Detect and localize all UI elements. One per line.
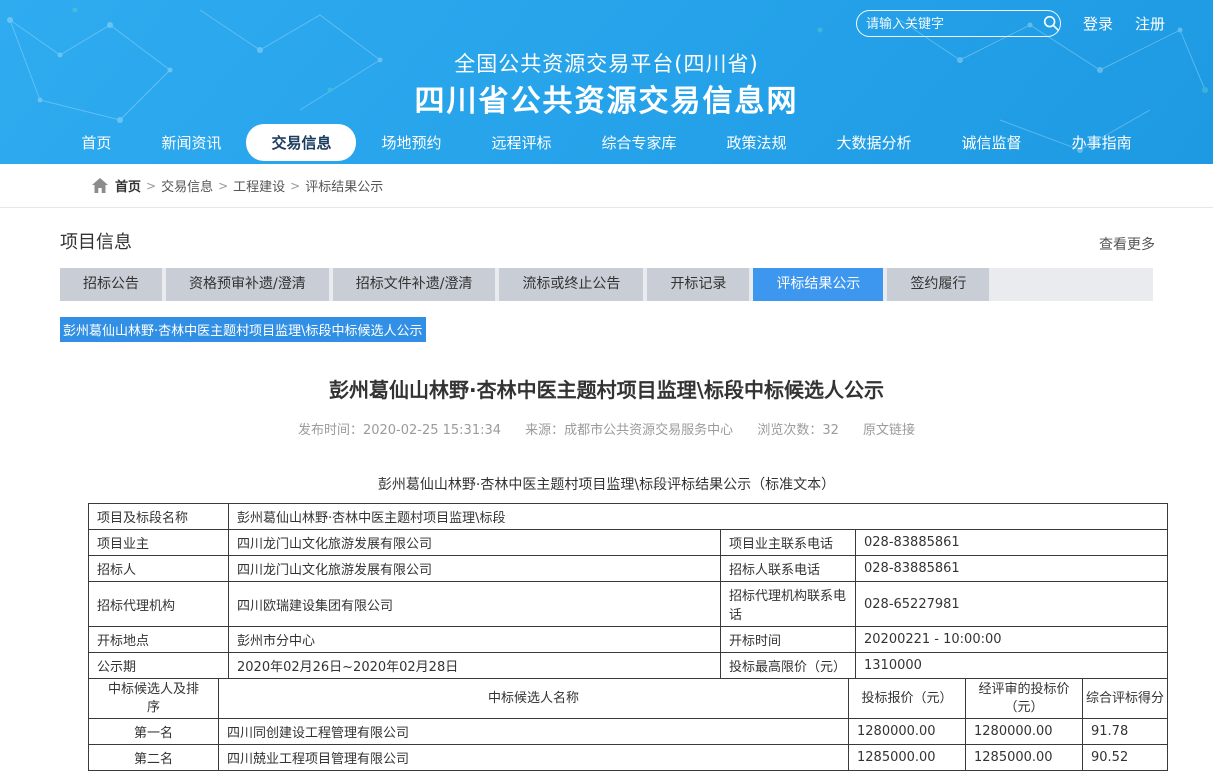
- label-cell: 招标代理机构联系电话: [721, 582, 856, 627]
- table-row: 招标人 四川龙门山文化旅游发展有限公司 招标人联系电话 028-83885861: [89, 556, 1168, 582]
- value-cell: 四川龙门山文化旅游发展有限公司: [229, 530, 721, 556]
- view-more-link[interactable]: 查看更多: [1099, 234, 1155, 254]
- label-cell: 招标人联系电话: [721, 556, 856, 582]
- selected-result-link[interactable]: 彭州葛仙山林野·杏林中医主题村项目监理\标段中标候选人公示: [60, 317, 426, 342]
- home-icon[interactable]: [92, 178, 108, 193]
- table-row: 公示期 2020年02月26日~2020年02月28日 投标最高限价（元） 13…: [89, 653, 1168, 679]
- nav-item-big-data[interactable]: 大数据分析: [812, 124, 937, 161]
- nav-item-expert-pool[interactable]: 综合专家库: [577, 124, 702, 161]
- candidate-reviewed-bid: 1280000.00: [966, 719, 1083, 745]
- publish-time: 发布时间：2020-02-25 15:31:34: [298, 423, 501, 438]
- value-cell: 028-83885861: [856, 530, 1168, 556]
- candidate-name: 四川同创建设工程管理有限公司: [219, 719, 849, 745]
- label-cell: 项目业主联系电话: [721, 530, 856, 556]
- nav-item-remote-evaluation[interactable]: 远程评标: [466, 124, 576, 161]
- label-cell: 开标地点: [89, 627, 229, 653]
- candidate-rank: 第一名: [89, 719, 219, 745]
- label-cell: 开标时间: [721, 627, 856, 653]
- project-tabs: 招标公告 资格预审补遗/澄清 招标文件补遗/澄清 流标或终止公告 开标记录 评标…: [60, 268, 1153, 301]
- candidate-name: 四川兢业工程项目管理有限公司: [219, 745, 849, 771]
- candidate-reviewed-bid: 1285000.00: [966, 745, 1083, 771]
- tab-failed-or-terminated[interactable]: 流标或终止公告: [499, 268, 643, 301]
- value-cell: 1310000: [856, 653, 1168, 679]
- header-score: 综合评标得分: [1083, 679, 1168, 719]
- nav-item-trade-info[interactable]: 交易信息: [246, 124, 356, 161]
- value-cell: 028-65227981: [856, 582, 1168, 627]
- project-info-table: 项目及标段名称 彭州葛仙山林野·杏林中医主题村项目监理\标段 项目业主 四川龙门…: [88, 503, 1168, 679]
- breadcrumb-construction[interactable]: 工程建设: [233, 176, 285, 195]
- main-nav: 首页 新闻资讯 交易信息 场地预约 远程评标 综合专家库 政策法规 大数据分析 …: [0, 124, 1213, 161]
- label-cell: 项目业主: [89, 530, 229, 556]
- label-cell: 项目及标段名称: [89, 504, 229, 530]
- tab-bid-opening-record[interactable]: 开标记录: [647, 268, 749, 301]
- source: 来源：成都市公共资源交易服务中心: [525, 423, 733, 438]
- value-cell: 四川龙门山文化旅游发展有限公司: [229, 556, 721, 582]
- table-row: 项目业主 四川龙门山文化旅游发展有限公司 项目业主联系电话 028-838858…: [89, 530, 1168, 556]
- breadcrumb-separator: >: [146, 179, 156, 193]
- register-link[interactable]: 注册: [1135, 13, 1165, 34]
- page: 登录 注册 全国公共资源交易平台(四川省) 四川省公共资源交易信息网 首页 新闻…: [0, 0, 1213, 771]
- table-row: 开标地点 彭州市分中心 开标时间 20200221 - 10:00:00: [89, 627, 1168, 653]
- original-link[interactable]: 原文链接: [863, 423, 915, 438]
- value-cell: 彭州市分中心: [229, 627, 721, 653]
- header-topbar: 登录 注册: [856, 8, 1165, 38]
- candidate-row: 第一名 四川同创建设工程管理有限公司 1280000.00 1280000.00…: [89, 719, 1168, 745]
- site-subtitle: 全国公共资源交易平台(四川省): [0, 48, 1213, 78]
- breadcrumb: 首页 > 交易信息 > 工程建设 > 评标结果公示: [0, 164, 1213, 208]
- value-cell: 四川欧瑞建设集团有限公司: [229, 582, 721, 627]
- breadcrumb-home[interactable]: 首页: [115, 176, 141, 195]
- candidate-rank: 第二名: [89, 745, 219, 771]
- site-title: 四川省公共资源交易信息网: [0, 76, 1213, 120]
- nav-item-guide[interactable]: 办事指南: [1047, 124, 1157, 161]
- candidate-bid: 1280000.00: [849, 719, 966, 745]
- tab-bid-announcement[interactable]: 招标公告: [60, 268, 162, 301]
- value-cell: 2020年02月26日~2020年02月28日: [229, 653, 721, 679]
- header-rank: 中标候选人及排序: [89, 679, 219, 719]
- candidates-header-row: 中标候选人及排序 中标候选人名称 投标报价（元） 经评审的投标价（元） 综合评标…: [89, 679, 1168, 719]
- search-input[interactable]: [866, 16, 1042, 31]
- nav-item-integrity[interactable]: 诚信监督: [937, 124, 1047, 161]
- breadcrumb-separator: >: [218, 179, 228, 193]
- site-header: 登录 注册 全国公共资源交易平台(四川省) 四川省公共资源交易信息网 首页 新闻…: [0, 0, 1213, 164]
- section-head: 项目信息 查看更多: [0, 208, 1213, 266]
- candidate-row: 第二名 四川兢业工程项目管理有限公司 1285000.00 1285000.00…: [89, 745, 1168, 771]
- result-table-title: 彭州葛仙山林野·杏林中医主题村项目监理\标段评标结果公示（标准文本）: [0, 474, 1213, 494]
- header-bid-price: 投标报价（元）: [849, 679, 966, 719]
- article-title: 彭州葛仙山林野·杏林中医主题村项目监理\标段中标候选人公示: [0, 374, 1213, 403]
- nav-item-news[interactable]: 新闻资讯: [136, 124, 246, 161]
- header-reviewed-price: 经评审的投标价（元）: [966, 679, 1083, 719]
- search-icon[interactable]: [1042, 14, 1060, 32]
- table-row: 项目及标段名称 彭州葛仙山林野·杏林中医主题村项目监理\标段: [89, 504, 1168, 530]
- breadcrumb-separator: >: [290, 179, 300, 193]
- value-cell: 20200221 - 10:00:00: [856, 627, 1168, 653]
- label-cell: 投标最高限价（元）: [721, 653, 856, 679]
- candidate-score: 90.52: [1083, 745, 1168, 771]
- tab-prequalification-addendum[interactable]: 资格预审补遗/澄清: [166, 268, 329, 301]
- view-count: 浏览次数：32: [757, 423, 839, 438]
- breadcrumb-trade-info[interactable]: 交易信息: [161, 176, 213, 195]
- candidates-table: 中标候选人及排序 中标候选人名称 投标报价（元） 经评审的投标价（元） 综合评标…: [88, 678, 1168, 771]
- result-list: 彭州葛仙山林野·杏林中医主题村项目监理\标段中标候选人公示: [60, 317, 1153, 342]
- search-box[interactable]: [856, 10, 1061, 37]
- tab-contract-performance[interactable]: 签约履行: [887, 268, 989, 301]
- breadcrumb-result-publicity[interactable]: 评标结果公示: [305, 176, 383, 195]
- nav-item-venue-booking[interactable]: 场地预约: [356, 124, 466, 161]
- tab-evaluation-result[interactable]: 评标结果公示: [753, 268, 883, 301]
- header-name: 中标候选人名称: [219, 679, 849, 719]
- candidate-score: 91.78: [1083, 719, 1168, 745]
- nav-item-policies[interactable]: 政策法规: [702, 124, 812, 161]
- section-title: 项目信息: [60, 228, 132, 254]
- article-meta: 发布时间：2020-02-25 15:31:34 来源：成都市公共资源交易服务中…: [0, 419, 1213, 438]
- label-cell: 招标代理机构: [89, 582, 229, 627]
- tab-bid-document-addendum[interactable]: 招标文件补遗/澄清: [333, 268, 496, 301]
- value-cell: 彭州葛仙山林野·杏林中医主题村项目监理\标段: [229, 504, 1168, 530]
- nav-item-home[interactable]: 首页: [56, 124, 136, 161]
- label-cell: 公示期: [89, 653, 229, 679]
- label-cell: 招标人: [89, 556, 229, 582]
- candidate-bid: 1285000.00: [849, 745, 966, 771]
- login-link[interactable]: 登录: [1083, 13, 1113, 34]
- table-row: 招标代理机构 四川欧瑞建设集团有限公司 招标代理机构联系电话 028-65227…: [89, 582, 1168, 627]
- value-cell: 028-83885861: [856, 556, 1168, 582]
